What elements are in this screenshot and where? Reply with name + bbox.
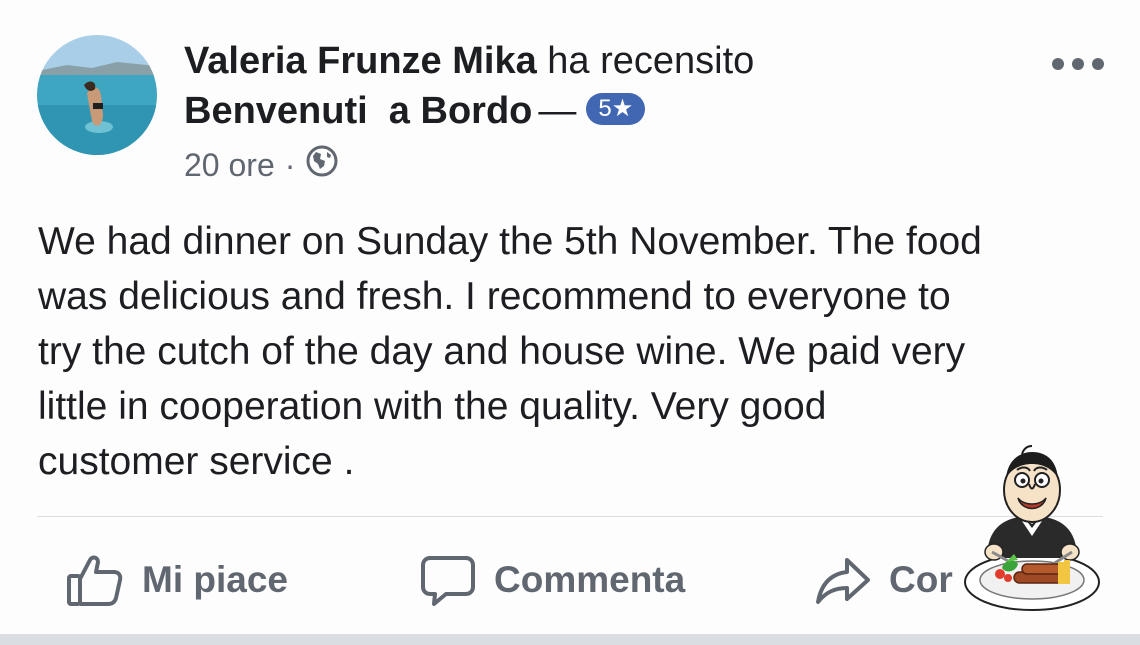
more-dot	[1072, 58, 1084, 70]
avatar-image	[37, 35, 157, 155]
dash-separator: —	[538, 90, 577, 132]
post-header-line1: Valeria Frunze Mika ha recensito	[184, 38, 1014, 84]
meta-separator: ·	[284, 147, 296, 183]
share-icon	[815, 552, 871, 608]
review-line: was delicious and fresh. I recommend to …	[38, 275, 951, 318]
chef-eating-sticker-icon	[962, 440, 1102, 615]
like-button[interactable]: Mi piace	[66, 545, 288, 615]
share-button[interactable]: Cor	[815, 545, 953, 615]
review-line: little in cooperation with the quality. …	[38, 385, 827, 428]
post-header-line2: Benvenuti a Bordo — 5★	[184, 88, 646, 134]
review-text: We had dinner on Sunday the 5th November…	[38, 214, 1118, 489]
post-meta: 20 ore ·	[184, 144, 339, 189]
review-line: customer service .	[38, 440, 355, 483]
more-dot	[1092, 58, 1104, 70]
thumbs-up-icon	[66, 552, 124, 608]
comment-label: Commenta	[494, 559, 686, 600]
divider	[37, 516, 1103, 517]
avatar[interactable]	[37, 35, 157, 155]
share-label: Cor	[889, 559, 953, 600]
post-timestamp[interactable]: 20 ore	[184, 147, 275, 183]
rating-badge: 5★	[586, 92, 646, 125]
comment-icon	[420, 552, 476, 608]
globe-icon	[305, 144, 339, 186]
more-dot	[1052, 58, 1064, 70]
author-name[interactable]: Valeria Frunze Mika	[184, 40, 537, 82]
review-line: try the cutch of the day and house wine.…	[38, 330, 966, 373]
like-label: Mi piace	[142, 559, 288, 600]
review-post: Valeria Frunze Mika ha recensito Benvenu…	[0, 0, 1140, 645]
place-name[interactable]: Benvenuti a Bordo	[184, 90, 532, 132]
more-options-icon[interactable]	[1052, 56, 1104, 72]
action-verb: ha recensito	[547, 40, 755, 82]
feed-separator	[0, 634, 1140, 645]
comment-button[interactable]: Commenta	[420, 545, 685, 615]
review-line: We had dinner on Sunday the 5th November…	[38, 220, 982, 263]
